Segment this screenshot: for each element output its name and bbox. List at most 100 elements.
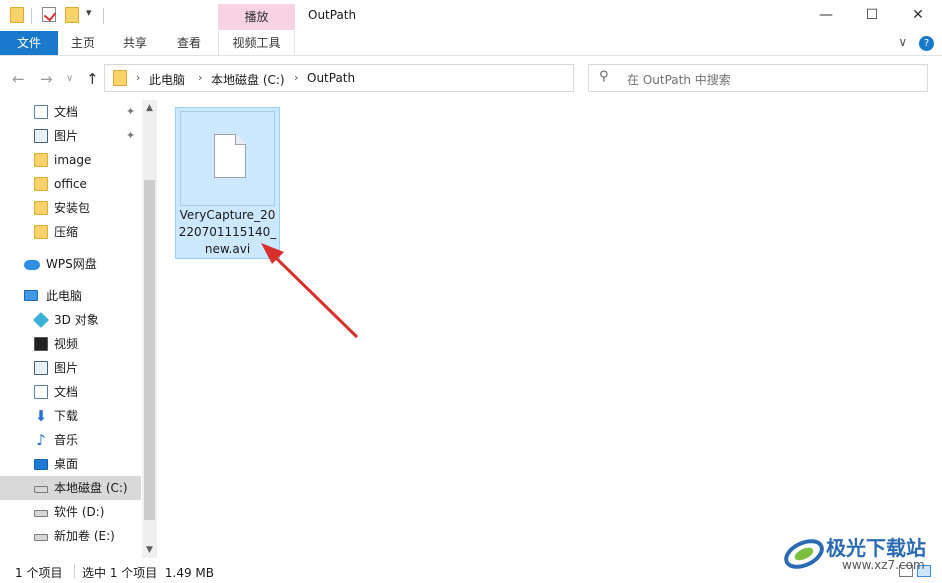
sidebar-item-3d-objects[interactable]: 3D 对象: [0, 308, 141, 332]
title-bar: ▾ 播放 OutPath — ☐ ✕: [0, 0, 942, 31]
tab-view[interactable]: 查看: [166, 31, 212, 55]
watermark: 极光下载站 www.xz7.com: [782, 528, 942, 580]
sidebar-item-label: 此电脑: [46, 289, 83, 303]
file-list[interactable]: VeryCapture_20220701115140_new.avi: [160, 100, 942, 558]
breadcrumb-outpath[interactable]: OutPath: [307, 71, 355, 85]
watermark-title: 极光下载站: [826, 536, 926, 560]
chevron-right-icon[interactable]: ›: [198, 71, 202, 84]
3d-objects-icon: [33, 312, 49, 328]
chevron-right-icon[interactable]: ›: [136, 71, 140, 84]
sidebar-item-this-pc[interactable]: 此电脑: [0, 284, 141, 308]
sidebar-scrollbar[interactable]: ▲ ▼: [142, 100, 157, 558]
tab-share[interactable]: 共享: [112, 31, 158, 55]
address-bar[interactable]: › 此电脑 › 本地磁盘 (C:) › OutPath ∨ ↻: [104, 64, 669, 92]
sidebar-item-label: 视频: [54, 337, 79, 351]
tab-video-tools[interactable]: 视频工具: [218, 31, 295, 55]
document-icon: [34, 105, 48, 119]
pictures-icon: [34, 361, 48, 375]
sidebar-item-documents-pinned[interactable]: 文档 ✦: [0, 100, 141, 124]
site-logo: [784, 539, 824, 569]
folder-icon: [34, 201, 48, 215]
maximize-button[interactable]: ☐: [849, 0, 895, 31]
sidebar-item-label: image: [54, 153, 92, 167]
sidebar-item-label: 软件 (D:): [54, 505, 105, 519]
tab-home[interactable]: 主页: [60, 31, 106, 55]
sidebar-item-label: 本地磁盘 (C:): [54, 481, 128, 495]
pin-icon[interactable]: ✦: [126, 124, 135, 148]
folder-icon: [113, 70, 127, 86]
sidebar-item-label: 桌面: [54, 457, 79, 471]
pictures-icon: [34, 129, 48, 143]
sidebar-item-label: 3D 对象: [54, 313, 99, 327]
up-button[interactable]: ↑: [86, 70, 99, 88]
sidebar-item-label: 文档: [54, 105, 79, 119]
context-tab-header: 播放: [218, 4, 295, 30]
scroll-down-icon[interactable]: ▼: [142, 542, 157, 558]
sidebar-item-label: 压缩: [54, 225, 79, 239]
folder-icon: [34, 177, 48, 191]
customize-quick-access-icon[interactable]: ▾: [86, 6, 92, 19]
breadcrumb-local-disk[interactable]: 本地磁盘 (C:): [211, 71, 285, 88]
recent-locations-button[interactable]: ∨: [66, 73, 73, 84]
navigation-pane: 文档 ✦ 图片 ✦ image office 安装包 压缩 WPS网盘 此电脑 …: [0, 100, 158, 558]
sidebar-item-label: 文档: [54, 385, 79, 399]
folder-icon[interactable]: [10, 7, 24, 23]
search-icon: ⚲: [599, 69, 609, 84]
ribbon-tabs: 文件 主页 共享 查看 视频工具 ∨ ?: [0, 31, 942, 56]
new-folder-icon[interactable]: [65, 7, 79, 23]
sidebar-item-installers[interactable]: 安装包: [0, 196, 141, 220]
close-button[interactable]: ✕: [895, 0, 941, 31]
pin-icon[interactable]: ✦: [126, 100, 135, 124]
forward-button[interactable]: →: [40, 70, 53, 88]
download-icon: ⬇: [34, 407, 48, 425]
sidebar-item-wps-cloud[interactable]: WPS网盘: [0, 252, 141, 276]
sidebar-item-label: office: [54, 177, 87, 191]
back-button[interactable]: ←: [12, 70, 25, 88]
properties-icon[interactable]: [42, 7, 56, 22]
search-input[interactable]: 在 OutPath 中搜索: [627, 71, 731, 88]
sidebar-item-archives[interactable]: 压缩: [0, 220, 141, 244]
help-icon[interactable]: ?: [919, 36, 934, 51]
ribbon-controls: ∨ ?: [898, 35, 934, 51]
sidebar-item-downloads[interactable]: ⬇ 下载: [0, 404, 141, 428]
sidebar-item-pictures[interactable]: 图片: [0, 356, 141, 380]
video-icon: [34, 337, 48, 351]
search-box[interactable]: ⚲ 在 OutPath 中搜索: [588, 64, 928, 92]
document-icon: [34, 385, 48, 399]
watermark-url: www.xz7.com: [842, 558, 925, 572]
sidebar-item-music[interactable]: ♪ 音乐: [0, 428, 141, 452]
chevron-right-icon[interactable]: ›: [294, 71, 298, 84]
arrow-shaft: [270, 252, 359, 339]
sidebar-item-office[interactable]: office: [0, 172, 141, 196]
sidebar-item-desktop[interactable]: 桌面: [0, 452, 141, 476]
sidebar-item-label: 下载: [54, 409, 79, 423]
sidebar-item-documents[interactable]: 文档: [0, 380, 141, 404]
sidebar-item-drive-c[interactable]: 本地磁盘 (C:): [0, 476, 141, 500]
tab-file[interactable]: 文件: [0, 31, 58, 55]
divider: [31, 8, 32, 24]
desktop-icon: [34, 459, 48, 470]
scroll-up-icon[interactable]: ▲: [142, 100, 157, 116]
sidebar-item-drive-e[interactable]: 新加卷 (E:): [0, 524, 141, 548]
item-count: 1 个项目: [15, 566, 63, 580]
sidebar-item-label: 音乐: [54, 433, 79, 447]
divider: [103, 8, 104, 24]
divider: [74, 564, 75, 578]
drive-icon: [34, 510, 48, 517]
computer-icon: [24, 290, 38, 301]
folder-icon: [34, 153, 48, 167]
sidebar-item-label: 安装包: [54, 201, 91, 215]
sidebar-item-label: 图片: [54, 129, 79, 143]
scrollbar-thumb[interactable]: [144, 180, 155, 520]
sidebar-item-pictures-pinned[interactable]: 图片 ✦: [0, 124, 141, 148]
sidebar-item-drive-d[interactable]: 软件 (D:): [0, 500, 141, 524]
sidebar-item-label: WPS网盘: [46, 257, 97, 271]
window-title: OutPath: [308, 8, 357, 22]
drive-icon: [34, 486, 48, 493]
sidebar-item-image[interactable]: image: [0, 148, 141, 172]
minimize-button[interactable]: —: [803, 0, 849, 31]
sidebar-item-videos[interactable]: 视频: [0, 332, 141, 356]
breadcrumb-this-pc[interactable]: 此电脑: [149, 71, 185, 88]
expand-ribbon-icon[interactable]: ∨: [898, 35, 907, 49]
folder-icon: [34, 225, 48, 239]
